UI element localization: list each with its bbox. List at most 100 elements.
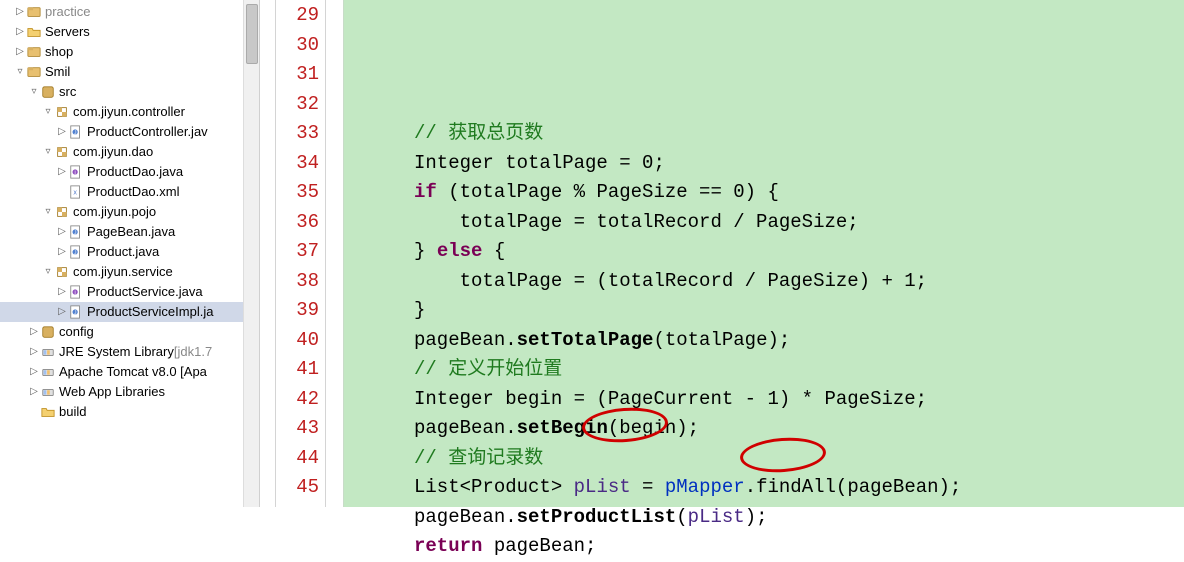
- scroll-thumb[interactable]: [246, 4, 258, 64]
- tree-node[interactable]: ▷JPageBean.java: [0, 222, 259, 242]
- tree-label: ProductServiceImpl.ja: [87, 302, 213, 322]
- code-token: {: [482, 240, 505, 262]
- expand-icon[interactable]: ▷: [28, 342, 40, 362]
- tree-node[interactable]: ▿ com.jiyun.pojo: [0, 202, 259, 222]
- code-token: // 查询记录数: [414, 447, 543, 469]
- line-number: 42: [276, 385, 319, 415]
- expand-icon[interactable]: ▷: [28, 382, 40, 402]
- tree-label: Servers: [45, 22, 90, 42]
- java-icon: J: [68, 304, 84, 320]
- expand-icon[interactable]: ▷: [28, 322, 40, 342]
- pkg-icon: [54, 204, 70, 220]
- code-line[interactable]: return pageBean;: [414, 532, 1184, 562]
- tree-node[interactable]: XProductDao.xml: [0, 182, 259, 202]
- tree-node[interactable]: ▷IProductDao.java: [0, 162, 259, 182]
- expand-icon[interactable]: ▷: [14, 22, 26, 42]
- explorer-scrollbar[interactable]: [243, 0, 259, 507]
- tree-label: com.jiyun.pojo: [73, 202, 156, 222]
- line-number: 33: [276, 119, 319, 149]
- line-number: 38: [276, 267, 319, 297]
- expand-icon[interactable]: ▷: [14, 2, 26, 22]
- line-number: 36: [276, 208, 319, 238]
- tree-label-extra: [jdk1.7: [174, 342, 212, 362]
- collapse-icon[interactable]: ▿: [28, 82, 40, 102]
- tree-node[interactable]: ▷ J ProductController.jav: [0, 122, 259, 142]
- java-icon: J: [68, 224, 84, 240]
- code-line[interactable]: totalPage = totalRecord / PageSize;: [414, 208, 1184, 238]
- expand-icon[interactable]: ▷: [56, 162, 68, 182]
- tree-node[interactable]: ▷ I ProductService.java: [0, 282, 259, 302]
- code-line[interactable]: pageBean.setTotalPage(totalPage);: [414, 326, 1184, 356]
- code-line[interactable]: List<Product> pList = pMapper.findAll(pa…: [414, 473, 1184, 503]
- tree-node[interactable]: ▷shop: [0, 42, 259, 62]
- overview-ruler: [260, 0, 276, 507]
- tree-node[interactable]: ▷JRE System Library [jdk1.7: [0, 342, 259, 362]
- code-line[interactable]: Integer totalPage = 0;: [414, 149, 1184, 179]
- collapse-icon[interactable]: ▿: [42, 102, 54, 122]
- tree-label: Smil: [45, 62, 70, 82]
- code-line[interactable]: if (totalPage % PageSize == 0) {: [414, 178, 1184, 208]
- tree-node[interactable]: build: [0, 402, 259, 422]
- iface-icon: I: [68, 284, 84, 300]
- code-token: pageBean.: [414, 417, 517, 439]
- iface-icon: I: [68, 164, 84, 180]
- xml-icon: X: [68, 184, 84, 200]
- expand-icon[interactable]: ▷: [56, 222, 68, 242]
- tree-node[interactable]: ▷ Web App Libraries: [0, 382, 259, 402]
- code-token: totalPage = totalRecord / PageSize;: [414, 211, 859, 233]
- expand-icon[interactable]: ▷: [56, 242, 68, 262]
- line-number: 34: [276, 149, 319, 179]
- collapse-icon[interactable]: ▿: [14, 62, 26, 82]
- code-line[interactable]: } else {: [414, 237, 1184, 267]
- tree-node[interactable]: ▷JProduct.java: [0, 242, 259, 262]
- code-token: (begin);: [608, 417, 699, 439]
- expand-icon[interactable]: ▷: [56, 282, 68, 302]
- tree-node[interactable]: ▷Apache Tomcat v8.0 [Apa: [0, 362, 259, 382]
- code-line[interactable]: // 获取总页数: [414, 119, 1184, 149]
- line-number: 44: [276, 444, 319, 474]
- code-editor[interactable]: 2930313233343536373839404142434445 // 获取…: [260, 0, 1184, 507]
- code-line[interactable]: // 查询记录数: [414, 444, 1184, 474]
- code-token: );: [745, 506, 768, 528]
- expand-icon[interactable]: ▷: [56, 302, 68, 322]
- code-line[interactable]: Integer begin = (PageCurrent - 1) * Page…: [414, 385, 1184, 415]
- code-line[interactable]: totalPage = (totalRecord / PageSize) + 1…: [414, 267, 1184, 297]
- code-line[interactable]: }: [414, 296, 1184, 326]
- java-icon: J: [68, 244, 84, 260]
- expand-icon[interactable]: ▷: [56, 122, 68, 142]
- tree-label: Web App Libraries: [59, 382, 165, 402]
- svg-text:I: I: [74, 291, 75, 297]
- fold-gutter: [326, 0, 344, 507]
- tree-label: build: [59, 402, 86, 422]
- tree-node[interactable]: ▿src: [0, 82, 259, 102]
- src-icon: [40, 84, 56, 100]
- tree-label: ProductService.java: [87, 282, 203, 302]
- svg-text:J: J: [74, 131, 77, 137]
- tree-label: com.jiyun.service: [73, 262, 173, 282]
- collapse-icon[interactable]: ▿: [42, 262, 54, 282]
- code-token: }: [414, 299, 425, 321]
- line-number: 29: [276, 1, 319, 31]
- code-token: setProductList: [517, 506, 677, 528]
- code-token: // 获取总页数: [414, 122, 543, 144]
- expand-icon[interactable]: ▷: [28, 362, 40, 382]
- code-token: totalPage = (totalRecord / PageSize) + 1…: [414, 270, 927, 292]
- tree-node[interactable]: ▷JProductServiceImpl.ja: [0, 302, 259, 322]
- code-token: Integer begin = (PageCurrent - 1) * Page…: [414, 388, 927, 410]
- collapse-icon[interactable]: ▿: [42, 202, 54, 222]
- proj-icon: [26, 44, 42, 60]
- code-line[interactable]: pageBean.setBegin(begin);: [414, 414, 1184, 444]
- tree-label: ProductController.jav: [87, 122, 208, 142]
- tree-node[interactable]: ▿ Smil: [0, 62, 259, 82]
- tree-node[interactable]: ▿com.jiyun.controller: [0, 102, 259, 122]
- tree-node[interactable]: ▷practice: [0, 2, 259, 22]
- tree-node[interactable]: ▿com.jiyun.dao: [0, 142, 259, 162]
- project-explorer[interactable]: ▷practice▷Servers▷shop▿Smil▿src▿com.jiyu…: [0, 0, 260, 507]
- tree-node[interactable]: ▷ Servers: [0, 22, 259, 42]
- collapse-icon[interactable]: ▿: [42, 142, 54, 162]
- code-line[interactable]: // 定义开始位置: [414, 355, 1184, 385]
- expand-icon[interactable]: ▷: [14, 42, 26, 62]
- tree-node[interactable]: ▷config: [0, 322, 259, 342]
- tree-node[interactable]: ▿ com.jiyun.service: [0, 262, 259, 282]
- code-area[interactable]: // 获取总页数 Integer totalPage = 0;if (totalP…: [414, 0, 1184, 507]
